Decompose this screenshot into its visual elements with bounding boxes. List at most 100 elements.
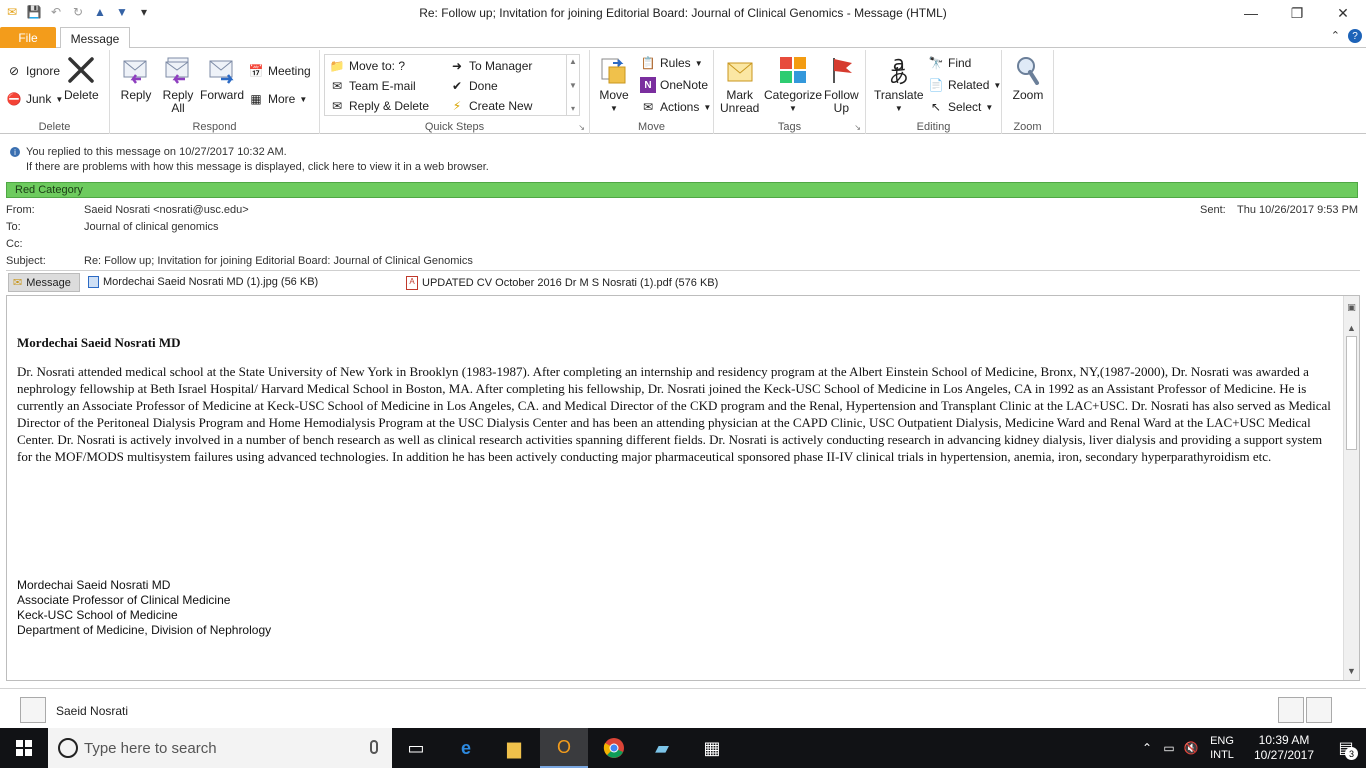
select-button[interactable]: ↖ Select ▼	[928, 98, 993, 116]
actions-button[interactable]: ✉ Actions ▼	[640, 98, 711, 116]
quick-step-team-email[interactable]: ✉ Team E-mail	[329, 77, 416, 95]
flag-icon	[825, 54, 857, 86]
file-explorer-icon[interactable]: ▆	[490, 728, 538, 768]
clock[interactable]: 10:39 AM 10/27/2017	[1242, 733, 1326, 763]
ignore-icon: ⊘	[8, 64, 20, 78]
dropdown-arrow-icon: ▼	[985, 102, 994, 112]
attachment-jpg[interactable]: Mordechai Saeid Nosrati MD (1).jpg (56 K…	[88, 276, 318, 288]
dialog-launcher-icon[interactable]: ↘	[578, 123, 585, 132]
ignore-button[interactable]: ⊘ Ignore	[6, 62, 60, 80]
recipient[interactable]: Journal of clinical genomics	[84, 221, 219, 233]
group-label-editing: Editing	[916, 121, 951, 133]
forward-icon	[206, 54, 238, 86]
ribbon-controls: ⌃ ?	[1331, 29, 1362, 43]
dropdown-arrow-icon: ▼	[694, 58, 703, 68]
find-button[interactable]: 🔭 Find	[928, 54, 972, 72]
forward-button[interactable]: Forward	[200, 54, 244, 102]
mark-unread-icon	[724, 54, 756, 86]
delete-button[interactable]: Delete	[64, 54, 99, 102]
outlook-icon[interactable]: O	[540, 728, 588, 768]
reply-all-button[interactable]: Reply All	[162, 54, 194, 115]
scroll-up-icon[interactable]: ▲	[569, 57, 577, 66]
people-pane-name[interactable]: Saeid Nosrati	[56, 704, 128, 718]
scroll-up-icon[interactable]: ▲	[1344, 320, 1359, 335]
calculator-icon[interactable]: ▦	[688, 728, 736, 768]
edge-icon[interactable]: e	[442, 728, 490, 768]
message-tab[interactable]: ✉ Message	[8, 273, 80, 292]
translate-button[interactable]: aあ Translate ▼	[874, 53, 924, 115]
volume-muted-icon[interactable]: 🔇	[1180, 741, 1202, 755]
signature-line: Department of Medicine, Division of Neph…	[17, 623, 272, 637]
quick-step-done[interactable]: ✔ Done	[449, 77, 498, 95]
collapse-ribbon-icon[interactable]: ⌃	[1331, 29, 1340, 43]
attachment-pdf[interactable]: A UPDATED CV October 2016 Dr M S Nosrati…	[406, 276, 718, 290]
task-view-icon[interactable]: ▭	[392, 728, 440, 768]
body-scrollbar[interactable]: ▣ ▲ ▼	[1343, 296, 1359, 680]
quick-step-to-manager[interactable]: ➜ To Manager	[449, 57, 532, 75]
delete-x-icon	[65, 54, 97, 86]
dialog-launcher-icon[interactable]: ↘	[854, 123, 861, 132]
move-folder-icon	[598, 54, 630, 86]
expand-gallery-icon[interactable]: ▾	[571, 104, 575, 113]
signature-line: Mordechai Saeid Nosrati MD	[17, 578, 171, 592]
scroll-down-icon[interactable]: ▼	[1344, 663, 1359, 678]
quick-step-reply-delete[interactable]: ✉ Reply & Delete	[329, 97, 429, 115]
header-subject: Subject: Re: Follow up; Invitation for j…	[6, 255, 473, 267]
avatar-small-icon[interactable]	[1278, 697, 1304, 723]
avatar[interactable]	[20, 697, 46, 723]
sent-date: Thu 10/26/2017 9:53 PM	[1237, 204, 1359, 216]
group-move: Move ▼ 📋 Rules ▼ N OneNote ✉ Actions ▼ M…	[590, 50, 714, 134]
dropdown-arrow-icon: ▼	[299, 94, 308, 104]
group-label-tags: Tags	[777, 121, 802, 133]
header-cc: Cc:	[6, 238, 23, 250]
to-manager-icon: ➜	[451, 59, 463, 73]
notification-count: 3	[1345, 747, 1358, 760]
envelope-icon: ✉	[13, 277, 23, 289]
sender[interactable]: Saeid Nosrati <nosrati@usc.edu>	[84, 204, 249, 216]
signature: Mordechai Saeid Nosrati MD Associate Pro…	[17, 578, 271, 638]
reply-button[interactable]: Reply	[120, 54, 152, 102]
view-options-icon[interactable]: ▣	[1344, 300, 1359, 315]
onenote-button[interactable]: N OneNote	[640, 76, 708, 94]
more-button[interactable]: ▦ More ▼	[248, 90, 307, 108]
rules-icon: 📋	[640, 56, 656, 70]
quick-step-create-new[interactable]: ⚡ Create New	[449, 97, 533, 115]
info-line-browser[interactable]: If there are problems with how this mess…	[26, 161, 489, 173]
tab-file[interactable]: File	[0, 27, 56, 48]
quick-step-move-to[interactable]: 📁 Move to: ?	[329, 57, 406, 75]
input-language[interactable]: ENG INTL	[1202, 734, 1242, 762]
chrome-icon[interactable]	[590, 728, 638, 768]
junk-button[interactable]: ⛔ Junk ▼	[6, 90, 64, 108]
info-bar[interactable]: i You replied to this message on 10/27/2…	[0, 140, 1366, 180]
minimize-button[interactable]: —	[1228, 0, 1274, 26]
meeting-button[interactable]: 📅 Meeting	[248, 62, 311, 80]
microphone-icon[interactable]	[370, 740, 378, 754]
dropdown-arrow-icon: ▼	[894, 104, 903, 113]
follow-up-button[interactable]: Follow Up	[824, 54, 859, 115]
tab-message[interactable]: Message	[60, 27, 130, 49]
scroll-down-icon[interactable]: ▼	[569, 81, 577, 90]
mark-unread-button[interactable]: Mark Unread	[720, 54, 759, 115]
close-button[interactable]: ✕	[1320, 0, 1366, 26]
group-tags: Mark Unread Categorize ▼ Follow Up Tags …	[714, 50, 866, 134]
help-icon[interactable]: ?	[1348, 29, 1362, 43]
notes-app-icon[interactable]: ▰	[638, 728, 686, 768]
tray-chevron-icon[interactable]: ⌃	[1136, 741, 1158, 755]
start-button[interactable]	[0, 728, 48, 768]
message-body[interactable]: Mordechai Saeid Nosrati MD Dr. Nosrati a…	[6, 295, 1360, 681]
avatar-small-icon[interactable]	[1306, 697, 1332, 723]
quick-steps-scroll[interactable]: ▲ ▼ ▾	[566, 55, 579, 115]
categorize-icon	[777, 54, 809, 86]
related-button[interactable]: 📄 Related ▼	[928, 76, 1002, 94]
categorize-button[interactable]: Categorize ▼	[764, 54, 822, 115]
move-button[interactable]: Move ▼	[598, 54, 630, 115]
restore-button[interactable]: ❐	[1274, 0, 1320, 26]
zoom-button[interactable]: Zoom	[1012, 54, 1044, 102]
body-content: Mordechai Saeid Nosrati MD Dr. Nosrati a…	[17, 334, 1335, 465]
network-icon[interactable]: ▭	[1158, 741, 1180, 755]
rules-button[interactable]: 📋 Rules ▼	[640, 54, 703, 72]
body-paragraph: Dr. Nosrati attended medical school at t…	[17, 364, 1331, 464]
action-center-icon[interactable]: ▤ 3	[1326, 728, 1366, 768]
scroll-thumb[interactable]	[1346, 336, 1357, 450]
taskbar-search[interactable]: Type here to search	[48, 728, 392, 768]
